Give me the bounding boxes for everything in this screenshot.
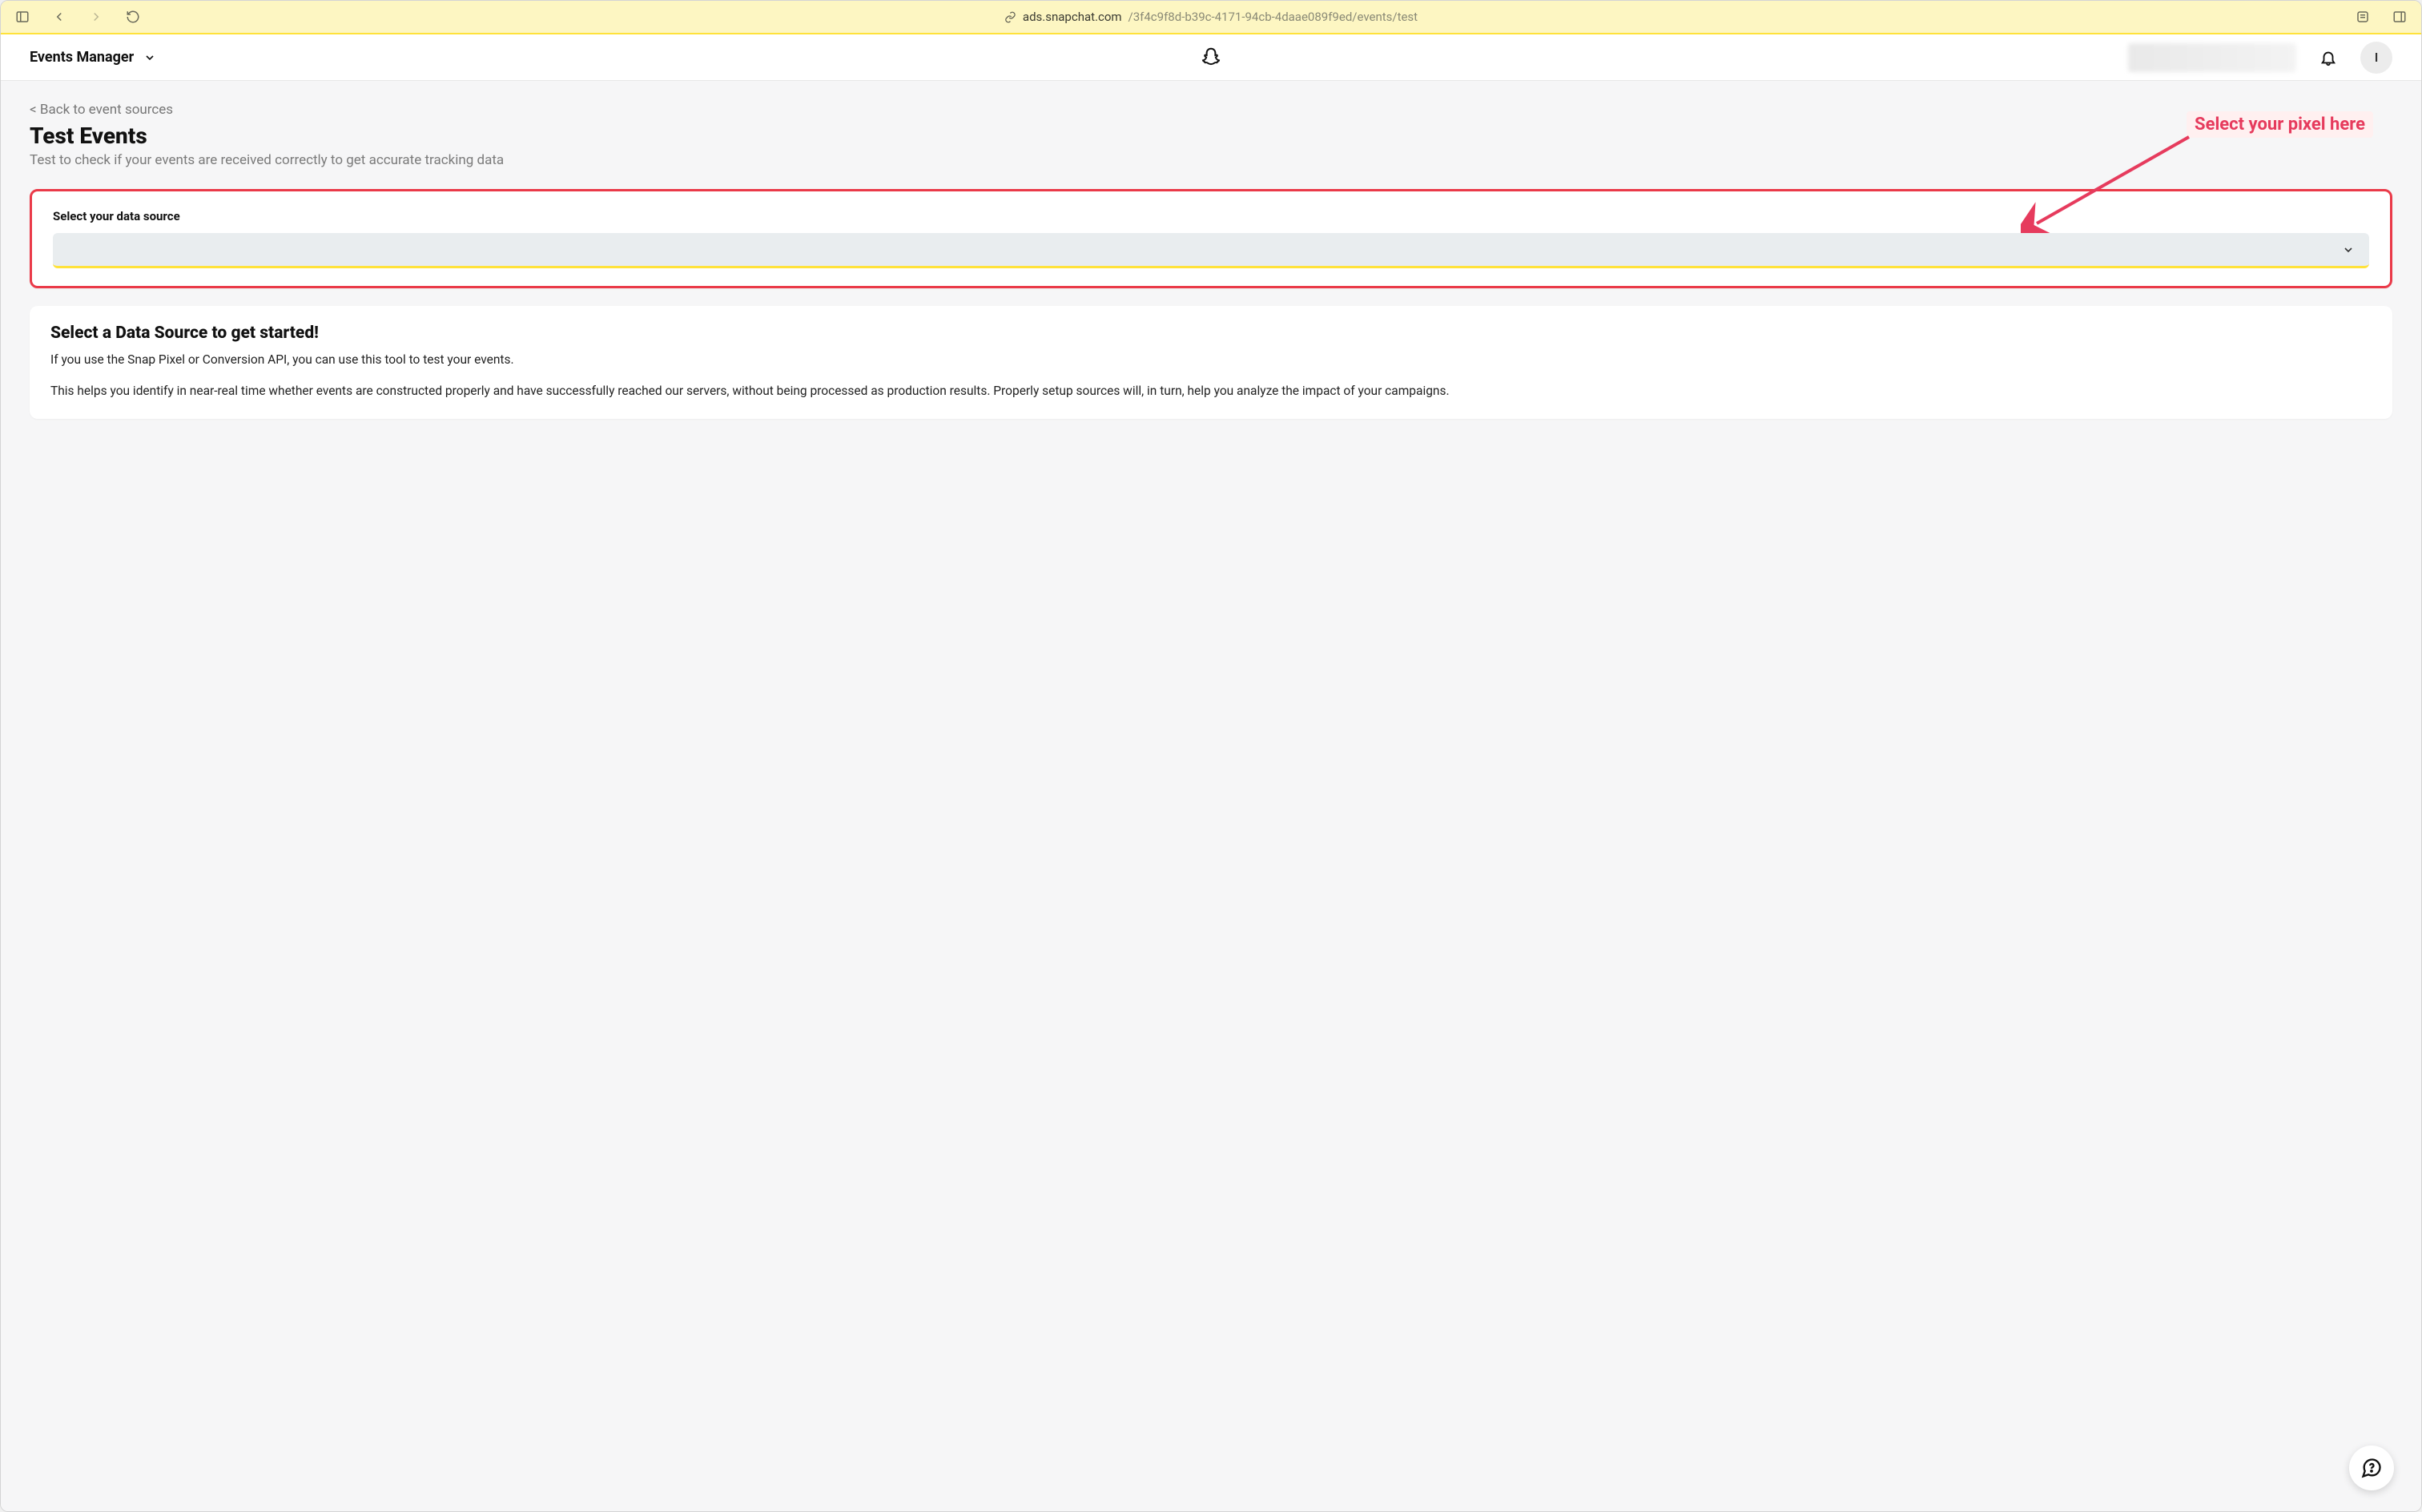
data-source-label: Select your data source [53, 209, 2369, 223]
app-header: Events Manager I [1, 34, 2421, 81]
sidebar-toggle-icon[interactable] [15, 10, 30, 24]
avatar[interactable]: I [2360, 42, 2392, 74]
main-content: Select your pixel here < Back to event s… [1, 81, 2421, 1511]
info-card-p1: If you use the Snap Pixel or Conversion … [50, 351, 2372, 369]
back-icon[interactable] [52, 10, 66, 24]
url-path: /3f4c9f8d-b39c-4171-94cb-4daae089f9ed/ev… [1129, 10, 1418, 24]
forward-icon [89, 10, 103, 24]
page-subtitle: Test to check if your events are receive… [30, 152, 2392, 168]
annotation-callout: Select your pixel here [2187, 111, 2373, 138]
page-title: Test Events [30, 123, 2392, 149]
app-title-dropdown[interactable]: Events Manager [30, 49, 156, 66]
account-selector[interactable] [2128, 43, 2296, 72]
info-card-p2: This helps you identify in near-real tim… [50, 382, 2372, 400]
address-bar[interactable]: ads.snapchat.com/3f4c9f8d-b39c-4171-94cb… [1004, 10, 1418, 24]
app-title: Events Manager [30, 49, 134, 66]
chevron-down-icon [143, 51, 156, 64]
link-icon [1004, 11, 1016, 23]
avatar-initial: I [2375, 50, 2379, 65]
data-source-select[interactable] [53, 233, 2369, 268]
snapchat-logo-icon[interactable] [1199, 46, 1223, 70]
chevron-down-icon [2342, 243, 2355, 256]
info-card-title: Select a Data Source to get started! [50, 324, 2372, 343]
reload-icon[interactable] [126, 10, 140, 24]
window-viewport: ads.snapchat.com/3f4c9f8d-b39c-4171-94cb… [0, 0, 2422, 1512]
panel-right-icon[interactable] [2392, 10, 2407, 24]
info-card: Select a Data Source to get started! If … [30, 306, 2392, 419]
url-domain: ads.snapchat.com [1023, 10, 1122, 24]
data-source-card: Select your data source [30, 189, 2392, 288]
annotation-text: Select your pixel here [2187, 111, 2373, 138]
browser-toolbar: ads.snapchat.com/3f4c9f8d-b39c-4171-94cb… [1, 1, 2421, 33]
help-chat-icon [2360, 1457, 2383, 1479]
reader-icon[interactable] [2356, 10, 2370, 24]
help-button[interactable] [2349, 1446, 2394, 1490]
notifications-button[interactable] [2312, 42, 2344, 74]
back-link[interactable]: < Back to event sources [30, 102, 2392, 118]
